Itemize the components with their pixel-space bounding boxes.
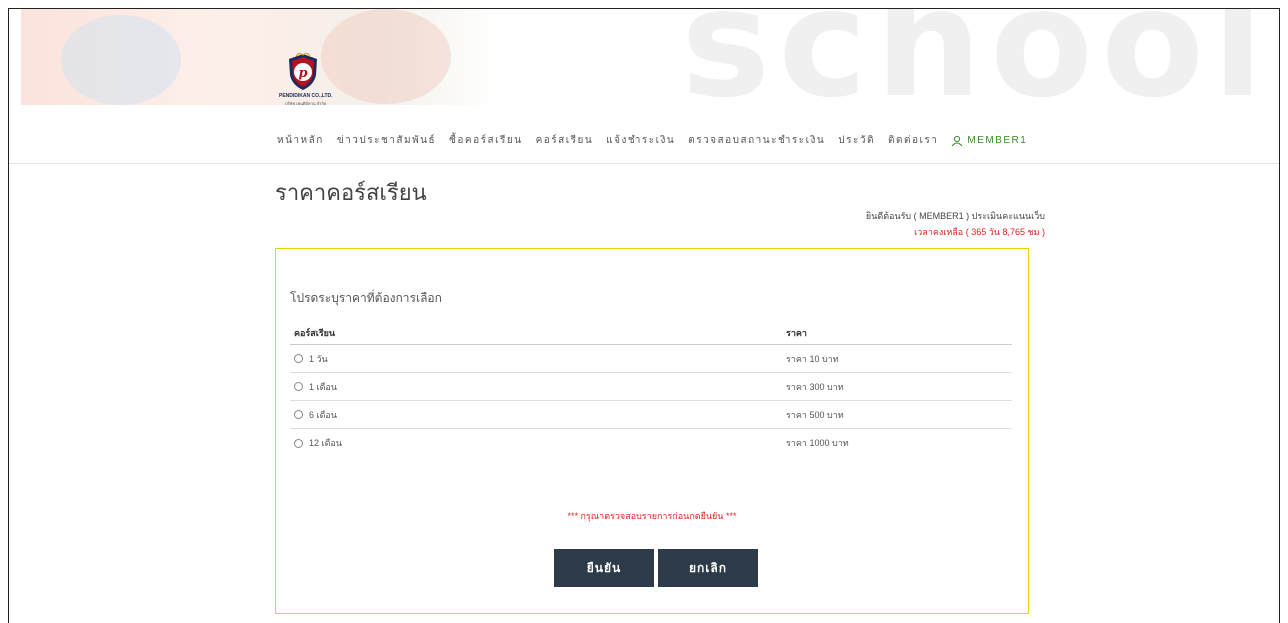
user-icon — [951, 135, 963, 146]
action-buttons: ยืนยัน ยกเลิก — [554, 549, 758, 587]
column-header-course: คอร์สเรียน — [294, 327, 336, 338]
course-cell: 1 เดือน — [290, 380, 782, 394]
logo-company-name: PENDIDIKAN CO.,LTD. — [279, 93, 333, 99]
course-label: 1 วัน — [309, 353, 328, 364]
course-cell: 6 เดือน — [290, 408, 782, 422]
nav-item-payment-status[interactable]: ตรวจสอบสถานะชำระเงิน — [688, 133, 825, 148]
nav-item-contact[interactable]: ติดต่อเรา — [888, 133, 938, 148]
panel-heading: โปรดระบุราคาที่ต้องการเลือก — [290, 291, 442, 305]
nav-item-home[interactable]: หน้าหลัก — [277, 133, 324, 148]
nav-divider — [9, 163, 1279, 164]
course-cell: 1 วัน — [290, 352, 782, 366]
course-radio[interactable] — [294, 438, 303, 448]
cancel-button[interactable]: ยกเลิก — [658, 549, 758, 587]
nav-item-news[interactable]: ข่าวประชาสัมพันธ์ — [337, 133, 436, 148]
price-label: ราคา 300 บาท — [786, 381, 844, 392]
price-label: ราคา 1000 บาท — [786, 438, 849, 448]
course-label: 12 เดือน — [309, 438, 342, 448]
nav-item-history[interactable]: ประวัติ — [838, 133, 875, 148]
header-banner: school — [21, 9, 1261, 109]
logo-letter: p — [298, 66, 307, 81]
banner-watermark: school — [681, 9, 1261, 109]
remaining-time: เวลาคงเหลือ ( 365 วัน 8,765 ชม ) — [914, 227, 1045, 237]
table-row[interactable]: 1 เดือน ราคา 300 บาท — [290, 373, 1012, 401]
course-radio[interactable] — [294, 410, 303, 419]
site-logo[interactable]: p PENDIDIKAN CO.,LTD. บริษัท เพนดิดิคาน … — [279, 53, 359, 119]
course-label: 1 เดือน — [309, 381, 337, 392]
table-header-row: คอร์สเรียน ราคา — [290, 321, 1012, 345]
browser-viewport: school p PENDIDIKAN CO.,LTD. บริษัท เพนด… — [8, 8, 1280, 623]
shield-logo-icon: p — [289, 53, 317, 90]
price-label: ราคา 500 บาท — [786, 409, 844, 420]
logo-company-subtitle: บริษัท เพนดิดิคาน จำกัด — [285, 101, 327, 106]
price-table: คอร์สเรียน ราคา 1 วัน ราคา 10 บาท 1 เดือ… — [290, 321, 1012, 457]
table-row[interactable]: 6 เดือน ราคา 500 บาท — [290, 401, 1012, 429]
banner-background — [21, 9, 501, 105]
course-label: 6 เดือน — [309, 409, 337, 420]
nav-item-payment-notify[interactable]: แจ้งชำระเงิน — [606, 133, 675, 148]
column-header-price: ราคา — [786, 327, 807, 338]
table-row[interactable]: 1 วัน ราคา 10 บาท — [290, 345, 1012, 373]
price-selection-panel: โปรดระบุราคาที่ต้องการเลือก คอร์สเรียน ร… — [275, 248, 1029, 614]
price-label: ราคา 10 บาท — [786, 353, 839, 364]
main-nav: หน้าหลัก ข่าวประชาสัมพันธ์ ซื้อคอร์สเรีย… — [277, 133, 1027, 148]
confirm-warning: *** กรุณาตรวจสอบรายการก่อนกดยืนยัน *** — [567, 511, 737, 521]
course-cell: 12 เดือน — [290, 436, 782, 450]
banner-decoration — [61, 15, 181, 105]
member-label: MEMBER1 — [967, 135, 1028, 146]
confirm-button[interactable]: ยืนยัน — [554, 549, 654, 587]
welcome-text: ยินดีต้อนรับ ( MEMBER1 ) ประเมินคะแนนเว็… — [865, 211, 1045, 221]
table-row[interactable]: 12 เดือน ราคา 1000 บาท — [290, 429, 1012, 457]
nav-item-member[interactable]: MEMBER1 — [951, 133, 1027, 148]
course-radio[interactable] — [294, 382, 303, 391]
nav-item-courses[interactable]: คอร์สเรียน — [536, 133, 594, 148]
page-title: ราคาคอร์สเรียน — [275, 180, 427, 205]
nav-item-buy-course[interactable]: ซื้อคอร์สเรียน — [449, 133, 522, 148]
course-radio[interactable] — [294, 354, 303, 363]
